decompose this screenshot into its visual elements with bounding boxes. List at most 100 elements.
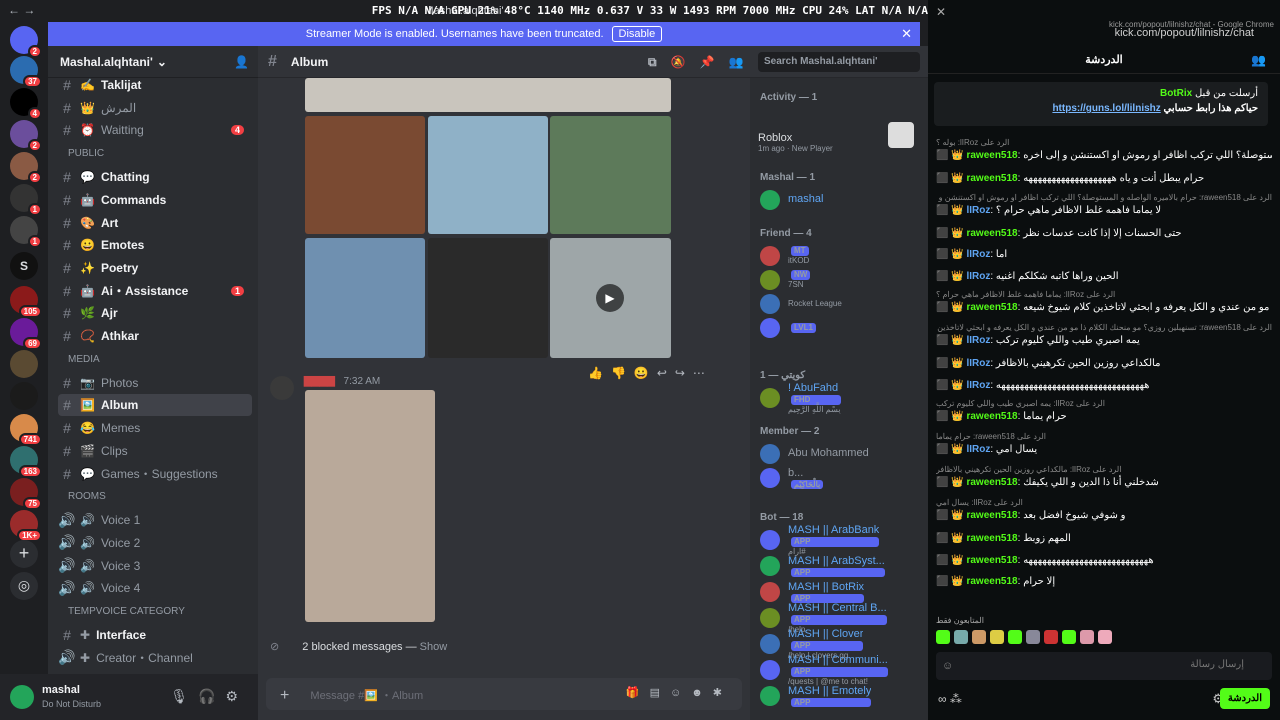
emote-icon[interactable] — [1008, 630, 1022, 644]
server-icon[interactable]: 4 — [10, 88, 42, 120]
server-icon[interactable]: 75 — [10, 478, 42, 510]
voice-controls[interactable]: 🎙🎧⚙ — [170, 688, 248, 705]
emote-icon[interactable] — [936, 630, 950, 644]
member-item[interactable]: mashal — [760, 188, 924, 212]
emote-icon[interactable] — [1098, 630, 1112, 644]
album-photo[interactable] — [428, 116, 548, 234]
chat-username[interactable]: lIRoz — [966, 205, 990, 216]
channel-item[interactable]: # 🖼️ Album — [58, 394, 252, 417]
attach-icon[interactable]: + — [280, 687, 289, 704]
emote-icon[interactable] — [954, 630, 968, 644]
channel-item[interactable]: # 💬 Games・Suggestions — [58, 463, 252, 485]
channel-item[interactable]: # ✍️ Taklijat — [58, 74, 252, 96]
chat-input[interactable]: إرسال رسالة — [936, 652, 1272, 680]
home-icon[interactable]: 2 — [10, 26, 42, 58]
chat-message[interactable]: الرد على lIRoz: مالكداعي روزين الحين تكر… — [936, 465, 1272, 495]
channel-item[interactable]: # 🎬 Clips — [58, 440, 252, 462]
channel-item[interactable]: # 🎨 Art — [58, 212, 252, 234]
channel-item[interactable]: # 😂 Memes — [58, 417, 252, 439]
show-link[interactable]: Show — [420, 641, 448, 653]
send-chat-button[interactable]: الدردشة — [1219, 688, 1270, 709]
pinned-user[interactable]: BotRix — [1160, 88, 1192, 99]
chat-username[interactable]: lIRoz — [966, 380, 990, 391]
channel-item[interactable]: # 🤖 Ai・Assistance 1 — [58, 280, 252, 302]
close-icon[interactable]: ✕ — [936, 5, 946, 19]
message-composer[interactable]: + Message #🖼️ ・Album 🎁▤☺☻✱ — [266, 678, 742, 710]
category-18[interactable]: Rooms — [68, 491, 106, 502]
channel-item[interactable]: # 📿 Athkar — [58, 325, 252, 347]
chat-message[interactable]: الرد على raween518: تسنهبلين روزي؟ مو من… — [936, 323, 1272, 353]
member-item[interactable]: MT itKOD — [760, 244, 924, 268]
server-icon[interactable]: 163 — [10, 446, 42, 478]
channel-item[interactable]: # ✨ Poetry — [58, 257, 252, 279]
channel-item[interactable]: # ✚ Interface — [58, 624, 252, 646]
chat-username[interactable]: raween518 — [966, 510, 1017, 521]
member-item[interactable]: MASH || BotRix APP — [760, 580, 924, 604]
server-icon[interactable] — [10, 382, 38, 410]
server-icon[interactable]: 2 — [10, 120, 42, 152]
server-icon[interactable]: 105 — [10, 286, 42, 318]
album-photo[interactable] — [305, 116, 425, 234]
member-item[interactable]: NW 7SN — [760, 268, 924, 292]
channel-item[interactable]: # 📷 Photos — [58, 372, 252, 394]
chat-message[interactable]: ⬛ 👑 lIRoz: الحين وراها كاتبه شكلكم اغنيه — [936, 269, 1272, 287]
chat-username[interactable]: raween518 — [966, 533, 1017, 544]
member-item[interactable]: LVL1 — [760, 316, 924, 340]
channel-item[interactable]: 🔊 🔊 Voice 3 — [58, 555, 252, 577]
message-photo[interactable] — [305, 390, 435, 622]
emote-icon[interactable] — [1080, 630, 1094, 644]
add-server-icon[interactable]: + — [10, 540, 38, 568]
server-icon[interactable] — [10, 350, 38, 378]
server-icon[interactable]: 1K+ — [10, 510, 42, 542]
emote-icon[interactable] — [1062, 630, 1076, 644]
play-icon[interactable]: ▶ — [596, 284, 624, 312]
chat-username[interactable]: lIRoz — [966, 335, 990, 346]
channel-item[interactable]: 🔊 🔊 Voice 1 — [58, 509, 252, 531]
chat-message[interactable]: الرد على lIRoz: يمه اصبري طيب واللي كليو… — [936, 399, 1272, 429]
chat-username[interactable]: lIRoz — [966, 358, 990, 369]
search-input[interactable]: Search Mashal.alqhtani' — [758, 52, 920, 72]
chat-username[interactable]: lIRoz — [966, 249, 990, 260]
chat-username[interactable]: raween518 — [966, 477, 1017, 488]
chat-message[interactable]: ⬛ 👑 lIRoz: ههههههههههههههههههههههههههههه… — [936, 378, 1272, 396]
chat-username[interactable]: raween518 — [966, 576, 1017, 587]
server-icon[interactable]: 741 — [10, 414, 42, 446]
member-item[interactable]: MASH || ArabBank APP ارام# — [760, 524, 924, 556]
server-icon[interactable]: 37 — [10, 56, 42, 88]
category-12[interactable]: Media — [68, 354, 100, 365]
infinity-icon[interactable]: ∞ ⁂ — [938, 692, 962, 706]
message-actions[interactable]: 👍👎😀↩↪⋯ — [588, 366, 713, 380]
emote-icon[interactable] — [972, 630, 986, 644]
discover-icon[interactable]: ◎ — [10, 572, 38, 600]
chat-username[interactable]: raween518 — [966, 150, 1017, 161]
pinned-link[interactable]: https://guns.lol/lilnishz — [1052, 103, 1160, 114]
album-photo[interactable] — [305, 78, 671, 112]
member-item[interactable]: Abu Mohammed — [760, 442, 924, 466]
member-item[interactable]: ! AbuFahd FHD بِسْمِ اللَّهِ الرَّحِيمِ — [760, 382, 924, 414]
emote-icon[interactable] — [1026, 630, 1040, 644]
header-toolbar-icons[interactable]: ⧉🔕📌👥 — [648, 55, 757, 70]
chat-message[interactable]: ⬛ 👑 lIRoz: اما — [936, 247, 1272, 265]
member-item[interactable]: Rocket League — [760, 292, 924, 316]
chat-message[interactable]: الرد على lIRoz: يسال امي ⬛ 👑 raween518: و… — [936, 498, 1272, 528]
chat-message[interactable]: ⬛ 👑 raween518: حتى الحسنات إلا إذا كانت … — [936, 226, 1272, 244]
chat-message[interactable]: ⬛ 👑 raween518: حرام يبطل أنت و ياه ههههه… — [936, 171, 1272, 189]
composer-toolbar-icons[interactable]: 🎁▤☺☻✱ — [626, 686, 732, 699]
emote-icon[interactable] — [990, 630, 1004, 644]
server-icon[interactable]: 1 — [10, 184, 42, 216]
channel-item[interactable]: # 💬 Chatting — [58, 166, 252, 188]
chat-username[interactable]: raween518 — [966, 555, 1017, 566]
url-bar[interactable]: kick.com/popout/lilnishz/chat — [1115, 27, 1254, 39]
emote-icon[interactable] — [1044, 630, 1058, 644]
album-photo[interactable] — [305, 238, 425, 358]
chat-message[interactable]: الرد على lIRoz: بوله ؟ ⬛ 👑 raween518: حرا… — [936, 138, 1272, 168]
chat-message[interactable]: ⬛ 👑 raween518: إلا حرام — [936, 574, 1272, 592]
activity-card[interactable]: Roblox 1m ago · New Player — [758, 114, 918, 154]
member-item[interactable]: MASH || Communi... APP/quests | @me to ch… — [760, 654, 924, 686]
server-icon[interactable]: 69 — [10, 318, 42, 350]
add-user-icon[interactable]: 👤 — [234, 55, 249, 69]
chat-username[interactable]: raween518 — [966, 228, 1017, 239]
chat-message[interactable]: الرد على raween518: حرام بالاميره الواصل… — [936, 193, 1272, 223]
chat-message[interactable]: الرد على raween518: حرام يماما ⬛ 👑 lIRoz:… — [936, 432, 1272, 462]
album-photo[interactable] — [550, 116, 671, 234]
